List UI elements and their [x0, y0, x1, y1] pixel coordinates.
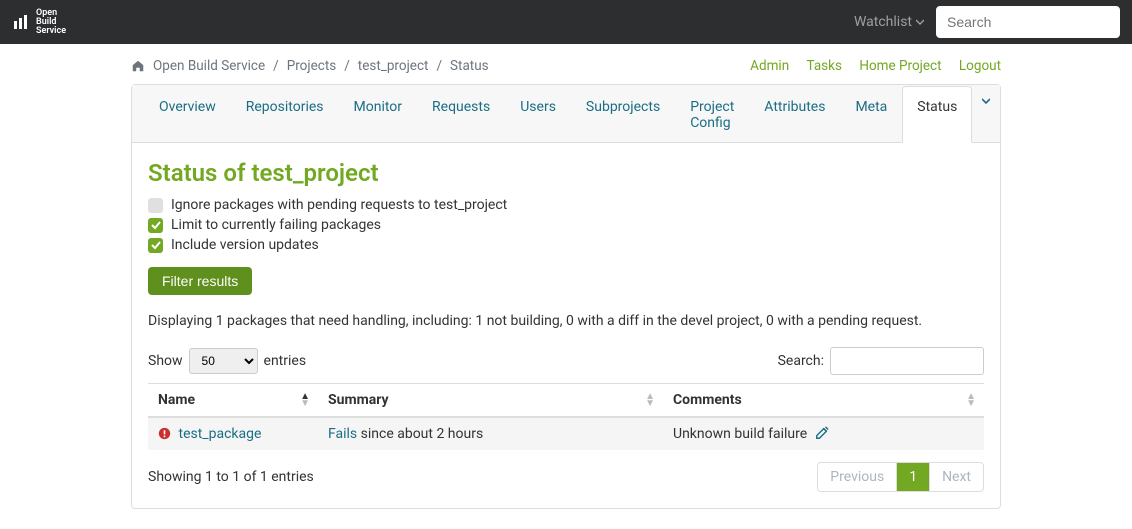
project-tabs: Overview Repositories Monitor Requests U…: [132, 85, 1000, 143]
main-card: Overview Repositories Monitor Requests U…: [131, 84, 1001, 509]
sort-icon: ▲▼: [645, 393, 655, 407]
tab-meta[interactable]: Meta: [840, 86, 902, 143]
tab-users[interactable]: Users: [505, 86, 571, 143]
error-icon: [158, 426, 174, 442]
checkbox-label: Ignore packages with pending requests to…: [171, 197, 507, 213]
tab-requests[interactable]: Requests: [417, 86, 505, 143]
filter-results-button[interactable]: Filter results: [148, 267, 252, 295]
table-search-input[interactable]: [830, 347, 984, 375]
checkbox-include-updates[interactable]: Include version updates: [148, 237, 984, 253]
checkbox-label: Include version updates: [171, 237, 319, 253]
page-title: Status of test_project: [148, 159, 984, 187]
checkbox-icon: [148, 198, 163, 213]
logo[interactable]: Open Build Service: [12, 9, 66, 36]
breadcrumb-item-current: Status: [450, 58, 489, 74]
comment-text: Unknown build failure: [673, 426, 807, 442]
watchlist-dropdown[interactable]: Watchlist: [854, 14, 924, 30]
sort-icon: ▲▼: [966, 393, 976, 407]
chevron-down-icon: [916, 18, 924, 26]
show-entries-control: Show 102550100 entries: [148, 348, 306, 374]
show-entries-select[interactable]: 102550100: [189, 348, 258, 374]
checkbox-icon: [148, 238, 163, 253]
home-project-link[interactable]: Home Project: [859, 58, 941, 74]
package-link[interactable]: test_package: [178, 426, 261, 442]
obs-logo-icon: [12, 13, 30, 31]
checkbox-limit-failing[interactable]: Limit to currently failing packages: [148, 217, 984, 233]
tab-status[interactable]: Status: [902, 86, 972, 143]
pagination: Previous 1 Next: [817, 462, 984, 492]
tab-attributes[interactable]: Attributes: [749, 86, 840, 143]
col-comments[interactable]: Comments ▲▼: [663, 384, 984, 418]
cell-name: test_package: [148, 417, 318, 450]
summary-rest: since about 2 hours: [357, 426, 483, 442]
edit-icon[interactable]: [815, 426, 829, 442]
tab-overview[interactable]: Overview: [144, 86, 231, 143]
table-footer-text: Showing 1 to 1 of 1 entries: [148, 469, 314, 485]
logo-text: Open Build Service: [36, 9, 66, 36]
tab-subprojects[interactable]: Subprojects: [571, 86, 675, 143]
breadcrumb-item-projects[interactable]: Projects: [287, 58, 337, 74]
status-table: Name ▲▼ Summary ▲▼ Comments ▲▼: [148, 383, 984, 450]
tasks-link[interactable]: Tasks: [807, 58, 842, 74]
show-label-pre: Show: [148, 353, 183, 369]
breadcrumb-separator: /: [344, 58, 350, 74]
col-summary[interactable]: Summary ▲▼: [318, 384, 663, 418]
cell-comments: Unknown build failure: [663, 417, 984, 450]
tabs-more-dropdown[interactable]: [972, 85, 1000, 142]
table-row: test_package Fails since about 2 hours U…: [148, 417, 984, 450]
checkbox-ignore-pending[interactable]: Ignore packages with pending requests to…: [148, 197, 984, 213]
checkbox-icon: [148, 218, 163, 233]
table-controls: Show 102550100 entries Search:: [148, 347, 984, 375]
pagination-prev[interactable]: Previous: [818, 463, 897, 491]
breadcrumb-separator: /: [436, 58, 442, 74]
admin-link[interactable]: Admin: [750, 58, 789, 74]
breadcrumb-item-project[interactable]: test_project: [358, 58, 429, 74]
tab-project-config[interactable]: Project Config: [675, 86, 749, 143]
table-search-control: Search:: [778, 347, 984, 375]
breadcrumb-separator: /: [273, 58, 279, 74]
pagination-next[interactable]: Next: [930, 463, 983, 491]
home-icon[interactable]: [131, 59, 145, 73]
breadcrumb-row: Open Build Service / Projects / test_pro…: [131, 44, 1001, 84]
show-label-post: entries: [264, 353, 307, 369]
pagination-page-1[interactable]: 1: [897, 463, 930, 491]
global-search-input[interactable]: [936, 6, 1120, 38]
breadcrumb: Open Build Service / Projects / test_pro…: [131, 58, 489, 74]
summary-text: Displaying 1 packages that need handling…: [148, 313, 984, 329]
watchlist-label: Watchlist: [854, 14, 912, 30]
top-links: Admin Tasks Home Project Logout: [736, 58, 1001, 74]
chevron-down-icon: [982, 97, 990, 105]
tab-repositories[interactable]: Repositories: [231, 86, 339, 143]
sort-icon: ▲▼: [300, 393, 310, 407]
fails-link[interactable]: Fails: [328, 426, 357, 442]
tab-monitor[interactable]: Monitor: [339, 86, 418, 143]
cell-summary: Fails since about 2 hours: [318, 417, 663, 450]
table-search-label: Search:: [778, 353, 824, 369]
logout-link[interactable]: Logout: [959, 58, 1001, 74]
checkbox-label: Limit to currently failing packages: [171, 217, 381, 233]
breadcrumb-item-root[interactable]: Open Build Service: [153, 58, 265, 74]
topbar: Open Build Service Watchlist: [0, 0, 1132, 44]
col-name[interactable]: Name ▲▼: [148, 384, 318, 418]
table-footer: Showing 1 to 1 of 1 entries Previous 1 N…: [148, 462, 984, 492]
